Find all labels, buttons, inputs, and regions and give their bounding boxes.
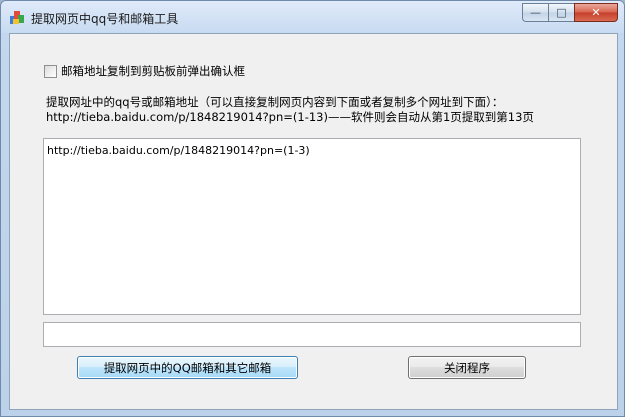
url-input-textarea[interactable]: http://tieba.baidu.com/p/1848219014?pn=(…: [43, 138, 581, 315]
app-icon: [10, 11, 24, 24]
confirm-clipboard-option[interactable]: 邮箱地址复制到剪贴板前弹出确认框: [44, 63, 245, 79]
close-window-button[interactable]: ✕: [574, 3, 618, 22]
app-window: 提取网页中qq号和邮箱工具 — □ ✕ 邮箱地址复制到剪贴板前弹出确认框 提取网…: [0, 0, 625, 417]
window-title: 提取网页中qq号和邮箱工具: [31, 12, 179, 26]
confirm-clipboard-label[interactable]: 邮箱地址复制到剪贴板前弹出确认框: [61, 63, 245, 79]
confirm-clipboard-checkbox[interactable]: [44, 64, 57, 78]
caption-buttons: — □ ✕: [522, 3, 618, 23]
close-program-button[interactable]: 关闭程序: [408, 356, 526, 379]
title-bar[interactable]: 提取网页中qq号和邮箱工具 — □ ✕: [1, 1, 624, 33]
extract-emails-label: 提取网页中的QQ邮箱和其它邮箱: [103, 360, 272, 375]
extract-emails-button[interactable]: 提取网页中的QQ邮箱和其它邮箱: [77, 356, 298, 379]
result-output-field[interactable]: [43, 322, 581, 347]
client-area: 邮箱地址复制到剪贴板前弹出确认框 提取网址中的qq号或邮箱地址（可以直接复制网页…: [9, 33, 618, 410]
minimize-icon: —: [530, 6, 541, 19]
maximize-icon: □: [556, 6, 567, 19]
instruction-text: 提取网址中的qq号或邮箱地址（可以直接复制网页内容到下面或者复制多个网址到下面）…: [46, 95, 504, 109]
minimize-button[interactable]: —: [522, 3, 548, 22]
maximize-button[interactable]: □: [548, 3, 574, 22]
close-icon: ✕: [591, 6, 601, 19]
close-program-label: 关闭程序: [444, 360, 490, 375]
instruction-example: http://tieba.baidu.com/p/1848219014?pn=(…: [46, 110, 534, 124]
